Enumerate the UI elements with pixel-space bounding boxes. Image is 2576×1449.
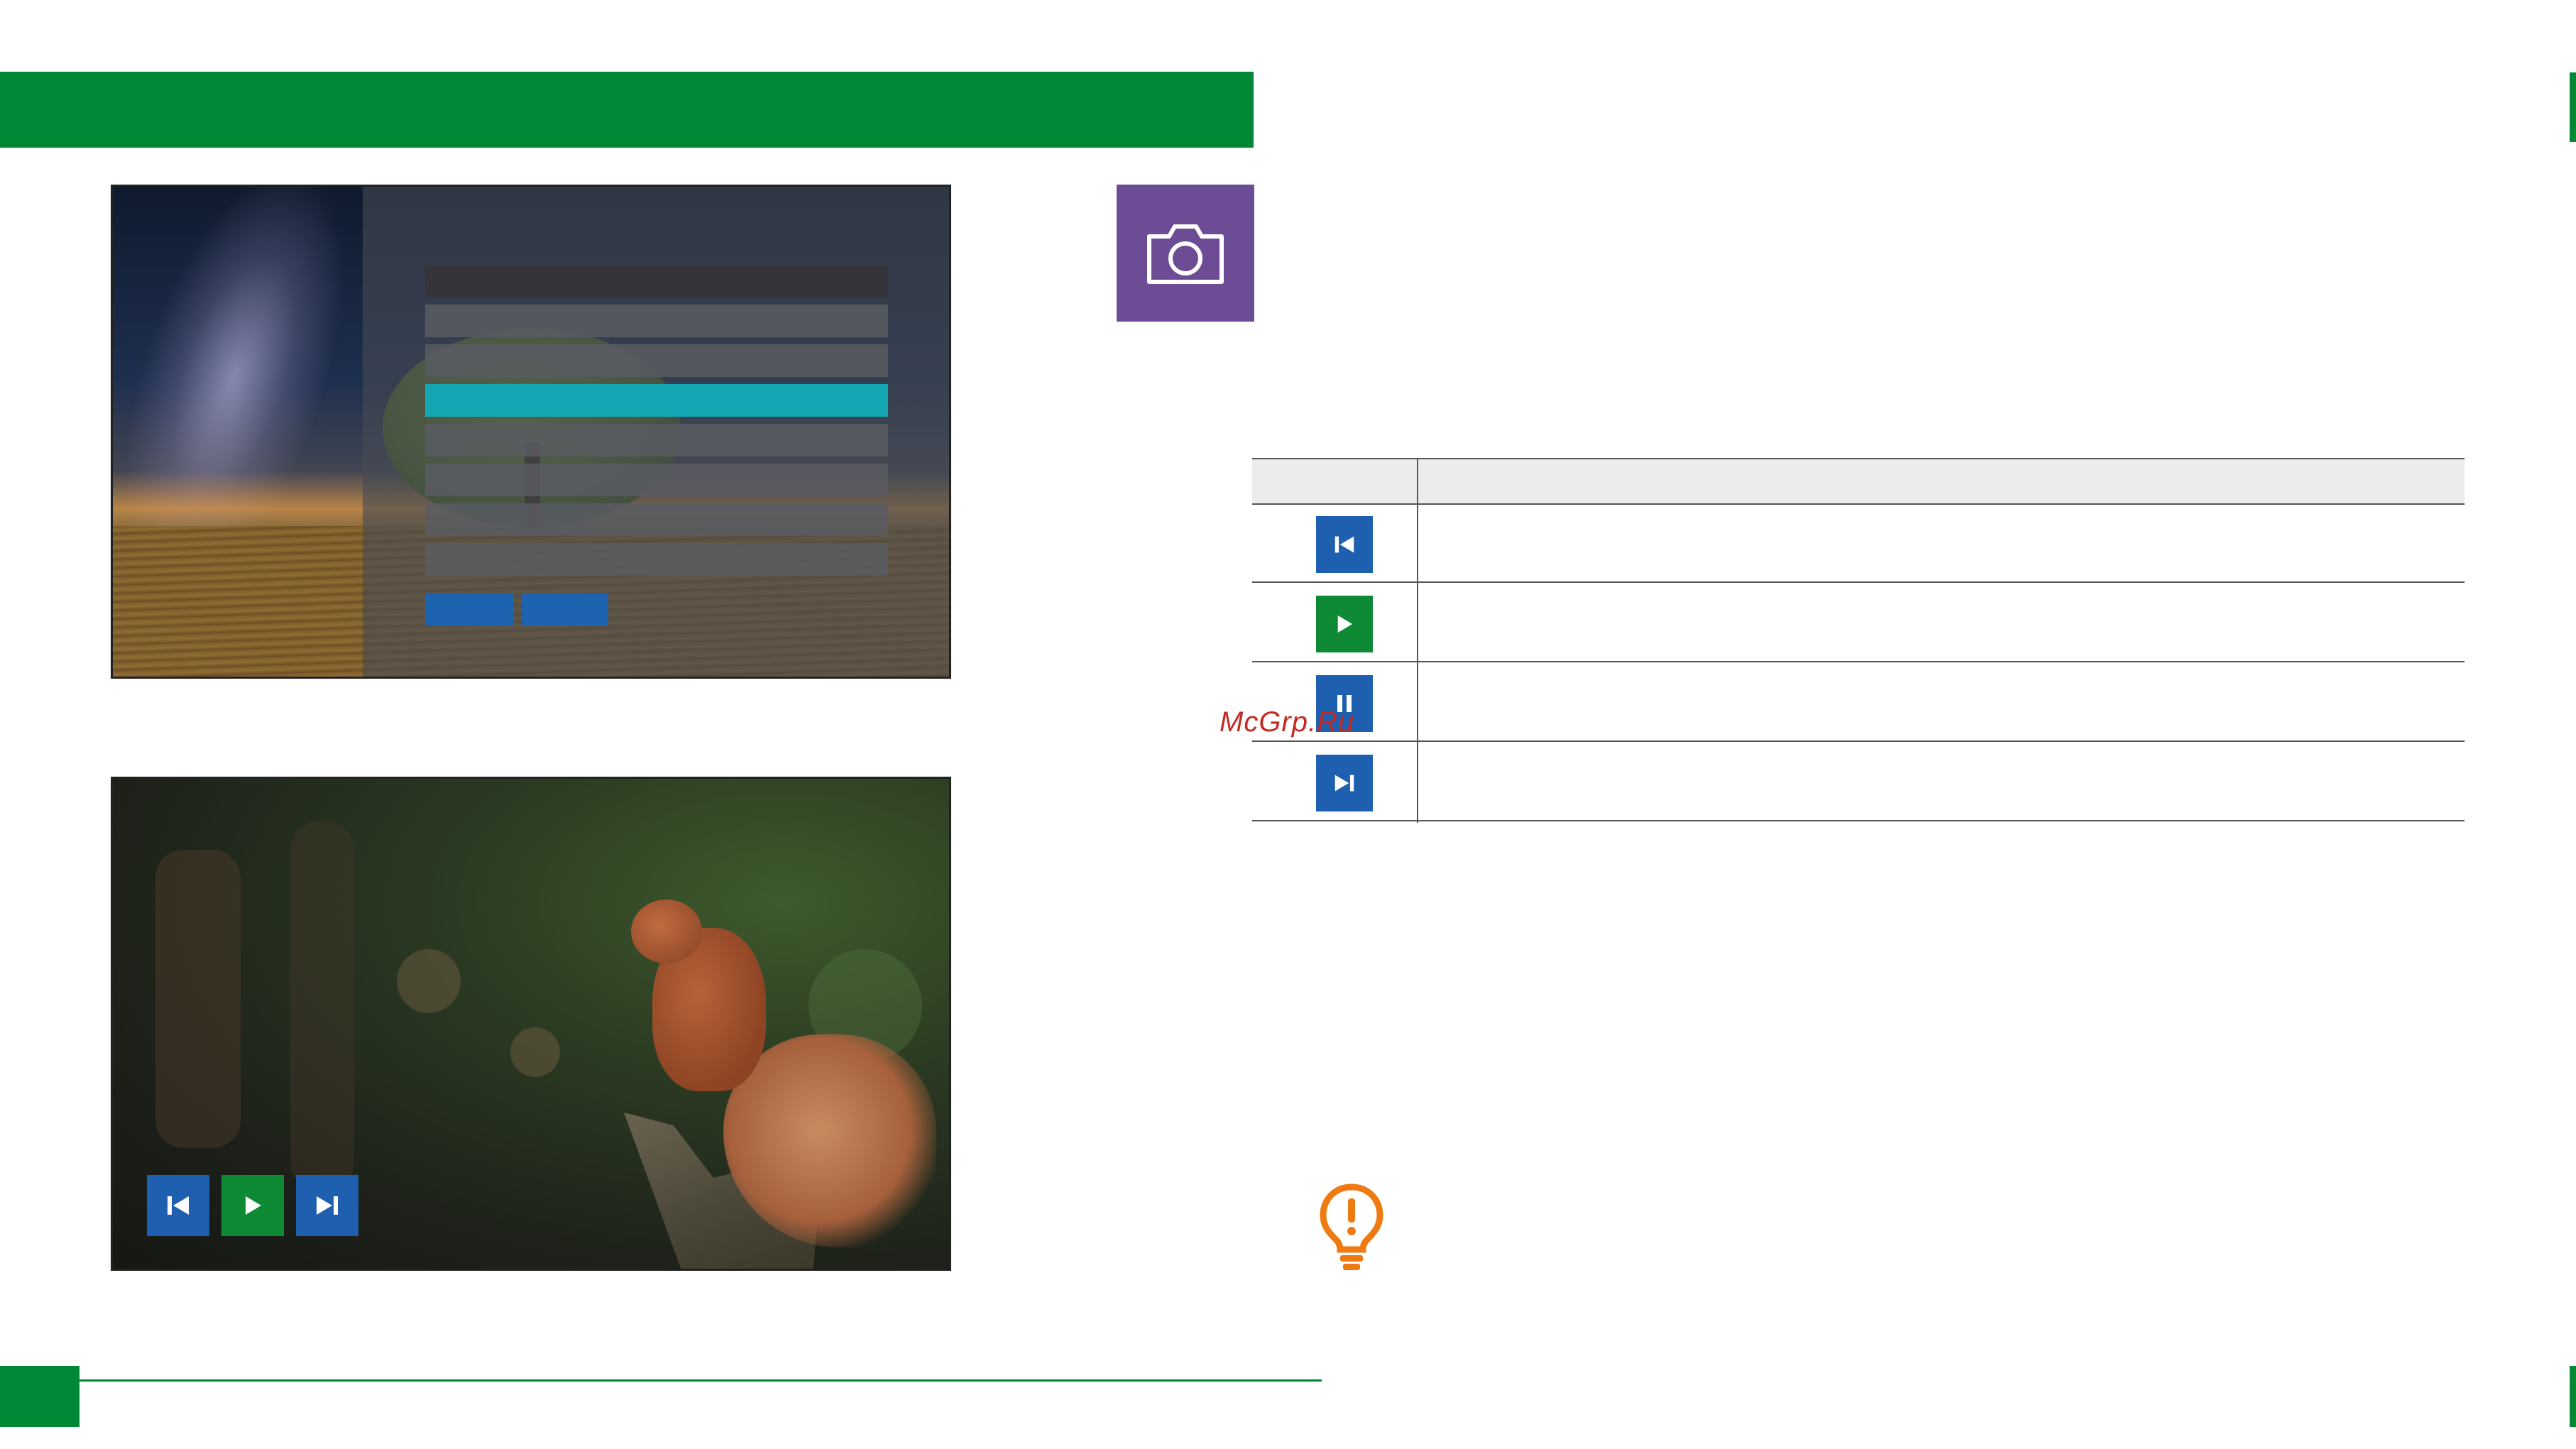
menu-button-1[interactable] [425, 593, 513, 625]
footer-rule [80, 1379, 1322, 1382]
skip-previous-icon [168, 1196, 189, 1215]
skip-previous-button[interactable] [147, 1175, 209, 1236]
menu-item-6[interactable] [425, 464, 888, 496]
menu-item-2[interactable] [425, 305, 888, 337]
camera-icon [1147, 224, 1224, 284]
bokeh-light [397, 949, 461, 1013]
right-edge-marker [2570, 72, 2576, 142]
table-row [1252, 742, 2465, 821]
bokeh-trunk [290, 821, 354, 1191]
skip-next-icon [1334, 775, 1354, 792]
skip-next-button[interactable] [296, 1175, 358, 1236]
watermark: McGrp.Ru [1220, 706, 1355, 738]
table-row [1252, 583, 2465, 662]
play-button[interactable] [221, 1175, 284, 1236]
skip-previous-icon [1334, 536, 1354, 553]
page-number-block [0, 1366, 80, 1427]
table-icon-cell [1316, 596, 1373, 652]
play-icon [1337, 615, 1353, 633]
table-icon-cell [1316, 516, 1373, 573]
camera-badge [1117, 185, 1254, 322]
menu-item-3[interactable] [425, 344, 888, 377]
right-edge-marker [2570, 1366, 2576, 1427]
table-row [1252, 503, 2465, 583]
header-bar [0, 72, 1254, 148]
bokeh-light [510, 1027, 560, 1077]
skip-next-icon [317, 1196, 338, 1215]
table-row [1252, 662, 2465, 742]
menu-screenshot [111, 185, 951, 679]
menu-item-8[interactable] [425, 543, 888, 576]
menu-item-1[interactable] [425, 265, 888, 297]
lightbulb-warning-icon [1320, 1183, 1383, 1270]
menu-item-7[interactable] [425, 503, 888, 536]
bokeh-trunk [155, 850, 241, 1148]
table-icon-cell [1316, 755, 1373, 811]
squirrel-head [631, 900, 702, 963]
table-header [1252, 458, 2465, 505]
menu-button-2[interactable] [522, 593, 608, 625]
play-icon [246, 1196, 261, 1215]
menu-item-selected[interactable] [425, 384, 888, 417]
slideshow-screenshot [111, 777, 951, 1271]
menu-item-5[interactable] [425, 424, 888, 456]
